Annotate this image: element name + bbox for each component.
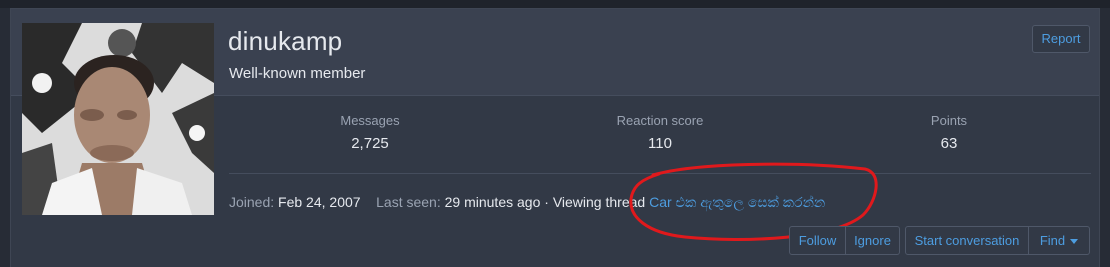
member-stats: Messages 2,725 Reaction score 110 Points… (229, 113, 1092, 163)
member-card: dinukamp Well-known member Report Messag… (10, 8, 1100, 267)
start-conversation-button[interactable]: Start conversation (905, 226, 1029, 255)
stat-label: Messages (340, 113, 400, 128)
stat-value[interactable]: 63 (869, 135, 1029, 152)
user-title: Well-known member (229, 65, 366, 82)
report-button[interactable]: Report (1032, 25, 1090, 53)
chevron-down-icon (1070, 239, 1079, 245)
last-seen-label: Last seen: (376, 194, 441, 210)
separator: · (544, 194, 549, 210)
find-label: Find (1039, 233, 1066, 248)
top-bar (0, 0, 1110, 8)
stat-reaction-score: Reaction score 110 (580, 113, 740, 152)
stat-value[interactable]: 2,725 (290, 135, 450, 152)
stat-value[interactable]: 110 (580, 135, 740, 152)
stat-label: Reaction score (616, 113, 704, 128)
avatar[interactable] (22, 23, 214, 215)
joined-label: Joined: (229, 194, 275, 210)
last-seen-value: 29 minutes ago (444, 194, 541, 210)
stat-points: Points 63 (869, 113, 1029, 152)
ignore-button[interactable]: Ignore (846, 226, 900, 255)
stat-label: Points (930, 113, 968, 128)
avatar-image (22, 23, 214, 215)
follow-button[interactable]: Follow (789, 226, 846, 255)
stat-messages: Messages 2,725 (290, 113, 450, 152)
username: dinukamp (228, 26, 343, 56)
joined-value: Feb 24, 2007 (278, 194, 361, 210)
find-button[interactable]: Find (1029, 226, 1090, 255)
